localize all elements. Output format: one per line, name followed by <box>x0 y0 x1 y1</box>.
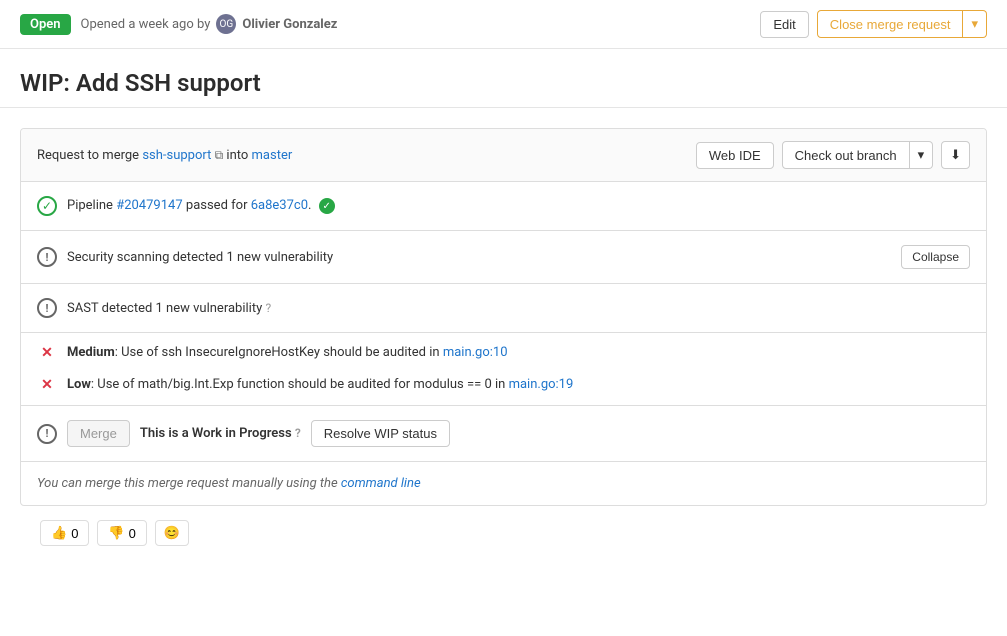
pipeline-status-row: ✓ Pipeline #20479147 passed for 6a8e37c0… <box>21 182 986 231</box>
top-bar-actions: Edit Close merge request ▾ <box>760 10 987 38</box>
vuln-x-icon-2: ✕ <box>37 377 57 393</box>
sast-info-icon: ! <box>37 298 57 318</box>
resolve-wip-button[interactable]: Resolve WIP status <box>311 420 450 447</box>
pipeline-status-text: Pipeline #20479147 passed for 6a8e37c0. … <box>67 198 970 215</box>
checkout-group: Check out branch ▾ <box>782 141 933 169</box>
sast-text: SAST detected 1 new vulnerability ? <box>67 301 970 316</box>
thumbs-down-button[interactable]: 👎 0 <box>97 520 146 546</box>
smiley-icon: 😊 <box>164 525 180 541</box>
top-bar: Open Opened a week ago by OG Olivier Gon… <box>0 0 1007 49</box>
pipeline-check-icon: ✓ <box>37 196 57 216</box>
reactions-row: 👍 0 👎 0 😊 <box>20 506 987 560</box>
merge-info-header: Request to merge ssh-support ⧉ into mast… <box>21 129 986 182</box>
security-scanning-text: Security scanning detected 1 new vulnera… <box>67 250 891 265</box>
copy-icon[interactable]: ⧉ <box>215 148 224 162</box>
wip-help-icon[interactable]: ? <box>295 426 301 440</box>
target-branch-link[interactable]: master <box>252 148 293 163</box>
checkout-button[interactable]: Check out branch <box>782 141 910 169</box>
vuln-location-link-2[interactable]: main.go:19 <box>509 377 574 392</box>
avatar: OG <box>216 14 236 34</box>
thumbs-down-count: 0 <box>129 526 136 541</box>
vuln-location-link-1[interactable]: main.go:10 <box>443 345 508 360</box>
page-title: WIP: Add SSH support <box>0 49 1007 108</box>
pipeline-id-link[interactable]: #20479147 <box>116 198 182 213</box>
thumbs-up-button[interactable]: 👍 0 <box>40 520 89 546</box>
command-line-row: You can merge this merge request manuall… <box>21 462 986 505</box>
edit-button[interactable]: Edit <box>760 11 808 38</box>
commit-link[interactable]: 6a8e37c0 <box>251 198 308 213</box>
collapse-button[interactable]: Collapse <box>901 245 970 269</box>
security-scanning-row: ! Security scanning detected 1 new vulne… <box>21 231 986 284</box>
merge-info-icon: ! <box>37 424 57 444</box>
vuln-row-2: ✕ Low: Use of math/big.Int.Exp function … <box>21 369 986 405</box>
wip-text: This is a Work in Progress ? <box>140 426 301 441</box>
vuln-row-1: ✕ Medium: Use of ssh InsecureIgnoreHostK… <box>21 333 986 369</box>
vulnerability-rows: ✕ Medium: Use of ssh InsecureIgnoreHostK… <box>21 333 986 406</box>
merge-status-row: ! Merge This is a Work in Progress ? Res… <box>21 406 986 462</box>
checkout-caret-button[interactable]: ▾ <box>910 141 934 169</box>
sast-row: ! SAST detected 1 new vulnerability ? <box>21 284 986 333</box>
thumbs-up-icon: 👍 <box>51 525 67 541</box>
merge-info-box: Request to merge ssh-support ⧉ into mast… <box>20 128 987 506</box>
merge-request-info: Request to merge ssh-support ⧉ into mast… <box>37 148 690 163</box>
merge-button: Merge <box>67 420 130 447</box>
close-mr-caret-button[interactable]: ▾ <box>963 10 987 38</box>
security-info-icon: ! <box>37 247 57 267</box>
status-badge: Open <box>20 14 71 35</box>
web-ide-button[interactable]: Web IDE <box>696 142 774 169</box>
vuln-text-1: Medium: Use of ssh InsecureIgnoreHostKey… <box>67 345 970 360</box>
sast-help-icon[interactable]: ? <box>265 301 271 315</box>
close-mr-group: Close merge request ▾ <box>817 10 987 38</box>
thumbs-down-icon: 👎 <box>108 525 124 541</box>
download-button[interactable]: ⬇ <box>941 141 970 169</box>
vuln-text-2: Low: Use of math/big.Int.Exp function sh… <box>67 377 970 392</box>
thumbs-up-count: 0 <box>71 526 78 541</box>
merge-info-actions: Web IDE Check out branch ▾ ⬇ <box>696 141 970 169</box>
main-content: Request to merge ssh-support ⧉ into mast… <box>0 108 1007 580</box>
add-reaction-button[interactable]: 😊 <box>155 520 189 546</box>
pipeline-inline-check-icon: ✓ <box>319 198 335 214</box>
close-mr-button[interactable]: Close merge request <box>817 10 964 38</box>
vuln-x-icon-1: ✕ <box>37 345 57 361</box>
source-branch-link[interactable]: ssh-support <box>142 148 211 163</box>
opened-info: Opened a week ago by OG Olivier Gonzalez <box>81 14 338 34</box>
command-line-link[interactable]: command line <box>341 476 421 491</box>
